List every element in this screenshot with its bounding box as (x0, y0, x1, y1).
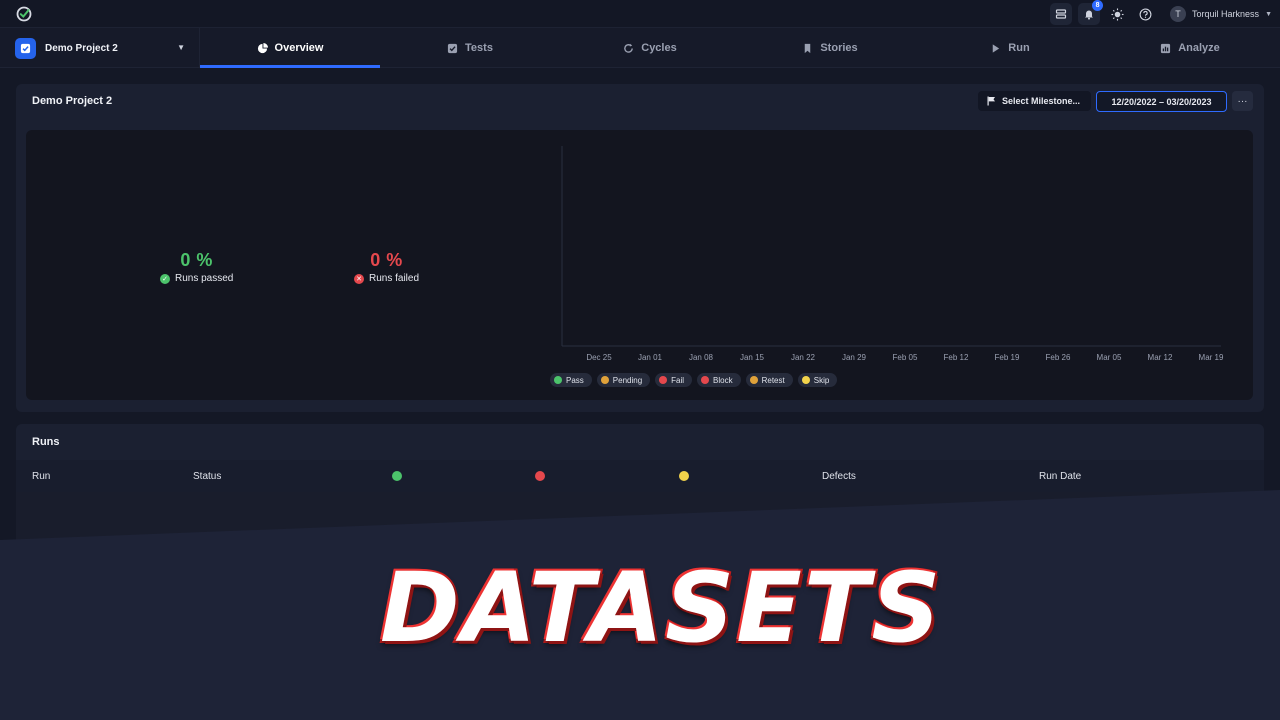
bookmark-icon (805, 43, 811, 53)
legend-label: Pending (612, 375, 643, 385)
tab-label: Tests (465, 42, 493, 54)
x-tick-label: Jan 15 (740, 353, 765, 362)
runs-failed-label: Runs failed (369, 273, 420, 284)
legend-label: Retest (761, 375, 785, 385)
bar-chart-icon (1161, 43, 1171, 53)
x-circle-icon: ✕ (354, 273, 364, 284)
runs-table-header: Run Status Defects Run Date (16, 460, 1264, 492)
column-run[interactable]: Run (32, 471, 50, 482)
app-logo-icon[interactable] (16, 6, 32, 22)
project-icon (15, 37, 36, 59)
x-tick-label: Mar 12 (1148, 353, 1173, 362)
refresh-icon (624, 43, 634, 53)
project-name: Demo Project 2 (45, 42, 118, 54)
x-tick-label: Feb 19 (995, 353, 1020, 362)
milestone-label: Select Milestone... (1002, 96, 1081, 106)
x-tick-label: Feb 12 (944, 353, 969, 362)
legend-label: Block (713, 375, 733, 385)
overview-card: Demo Project 2 Select Milestone... 12/20… (16, 84, 1264, 412)
legend-item-block[interactable]: Block (697, 373, 741, 387)
x-tick-label: Mar 05 (1097, 353, 1122, 362)
tab-tests[interactable]: Tests (380, 28, 560, 68)
legend-label: Fail (671, 375, 685, 385)
tab-run[interactable]: Run (920, 28, 1100, 68)
legend-dot-icon (600, 376, 609, 384)
notification-count-badge: 8 (1092, 0, 1104, 11)
legend-item-retest[interactable]: Retest (745, 373, 793, 387)
legend-item-fail[interactable]: Fail (655, 373, 693, 387)
passed-column-icon (392, 471, 402, 481)
tab-analyze[interactable]: Analyze (1100, 28, 1280, 68)
tab-label: Run (1008, 42, 1030, 54)
runs-passed-stat: 0 % ✓ Runs passed (160, 250, 233, 284)
pie-chart-icon (257, 42, 268, 53)
top-bar: 8 T Torquil Harkness ▼ (0, 0, 1280, 28)
nav-bar: Demo Project 2 ▼ Overview Tests Cycles S… (0, 28, 1280, 68)
x-tick-label: Jan 22 (791, 353, 816, 362)
main-tabs: Overview Tests Cycles Stories Run Analyz… (200, 28, 1280, 68)
x-tick-label: Jan 29 (842, 353, 867, 362)
legend-dot-icon (801, 376, 810, 384)
banner-title: DATASETS (378, 552, 943, 664)
overview-panel: 0 % ✓ Runs passed 0 % ✕ Runs failed Dec … (26, 130, 1253, 400)
legend-dot-icon (701, 376, 710, 384)
runs-title: Runs (32, 436, 60, 448)
tab-stories[interactable]: Stories (740, 28, 920, 68)
chart-legend: Pass Pending Fail Block Retest Skip (550, 373, 838, 387)
legend-item-skip[interactable]: Skip (797, 373, 838, 387)
flag-icon (987, 96, 995, 106)
tab-label: Analyze (1178, 42, 1220, 54)
bell-icon[interactable]: 8 (1078, 0, 1104, 25)
select-milestone-button[interactable]: Select Milestone... (978, 91, 1091, 111)
project-selector[interactable]: Demo Project 2 ▼ (0, 28, 200, 68)
theme-toggle-icon[interactable] (1106, 3, 1128, 25)
chevron-down-icon: ▼ (1265, 10, 1272, 18)
runs-failed-value: 0 % (370, 250, 403, 270)
runs-table-body (16, 492, 1264, 544)
x-tick-label: Feb 05 (893, 353, 918, 362)
legend-label: Pass (566, 375, 584, 385)
x-tick-label: Feb 26 (1046, 353, 1071, 362)
top-right-controls: 8 T Torquil Harkness ▼ (1050, 0, 1272, 25)
date-range-picker[interactable]: 12/20/2022 – 03/20/2023 (1096, 91, 1227, 112)
help-icon[interactable] (1134, 3, 1156, 25)
tab-cycles[interactable]: Cycles (560, 28, 740, 68)
user-menu[interactable]: T Torquil Harkness ▼ (1170, 6, 1272, 22)
check-circle-icon: ✓ (160, 273, 170, 284)
integrations-icon[interactable] (1050, 3, 1073, 25)
tab-overview[interactable]: Overview (200, 28, 380, 68)
legend-dot-icon (659, 376, 668, 384)
runs-passed-label: Runs passed (175, 273, 234, 284)
runs-passed-value: 0 % (180, 250, 213, 270)
tab-label: Cycles (641, 42, 677, 54)
tab-label: Stories (820, 42, 858, 54)
column-defects[interactable]: Defects (822, 471, 856, 482)
overview-title: Demo Project 2 (32, 95, 113, 107)
avatar: T (1170, 6, 1187, 22)
runs-card: Runs Run Status Defects Run Date (16, 424, 1264, 544)
user-name: Torquil Harkness (1192, 9, 1260, 19)
runs-trend-chart: Dec 25 Jan 01 Jan 08 Jan 15 Jan 22 Jan 29 Feb … (561, 146, 1224, 362)
chevron-down-icon: ▼ (177, 43, 185, 52)
legend-dot-icon (554, 376, 562, 384)
x-tick-label: Jan 01 (638, 353, 663, 362)
legend-item-pass[interactable]: Pass (550, 373, 592, 387)
skipped-column-icon (679, 471, 689, 481)
failed-column-icon (535, 471, 545, 481)
runs-failed-stat: 0 % ✕ Runs failed (354, 250, 419, 284)
legend-item-pending[interactable]: Pending (596, 373, 651, 387)
tab-label: Overview (274, 42, 324, 54)
column-run-date[interactable]: Run Date (1039, 471, 1081, 482)
legend-dot-icon (749, 376, 758, 384)
column-status[interactable]: Status (193, 471, 221, 482)
x-tick-label: Mar 19 (1199, 353, 1224, 362)
x-tick-label: Dec 25 (586, 353, 612, 362)
more-options-button[interactable]: ··· (1232, 91, 1253, 111)
legend-label: Skip (813, 375, 830, 385)
x-tick-label: Jan 08 (689, 353, 714, 362)
checkbox-icon (447, 43, 458, 53)
play-icon (993, 43, 1000, 53)
